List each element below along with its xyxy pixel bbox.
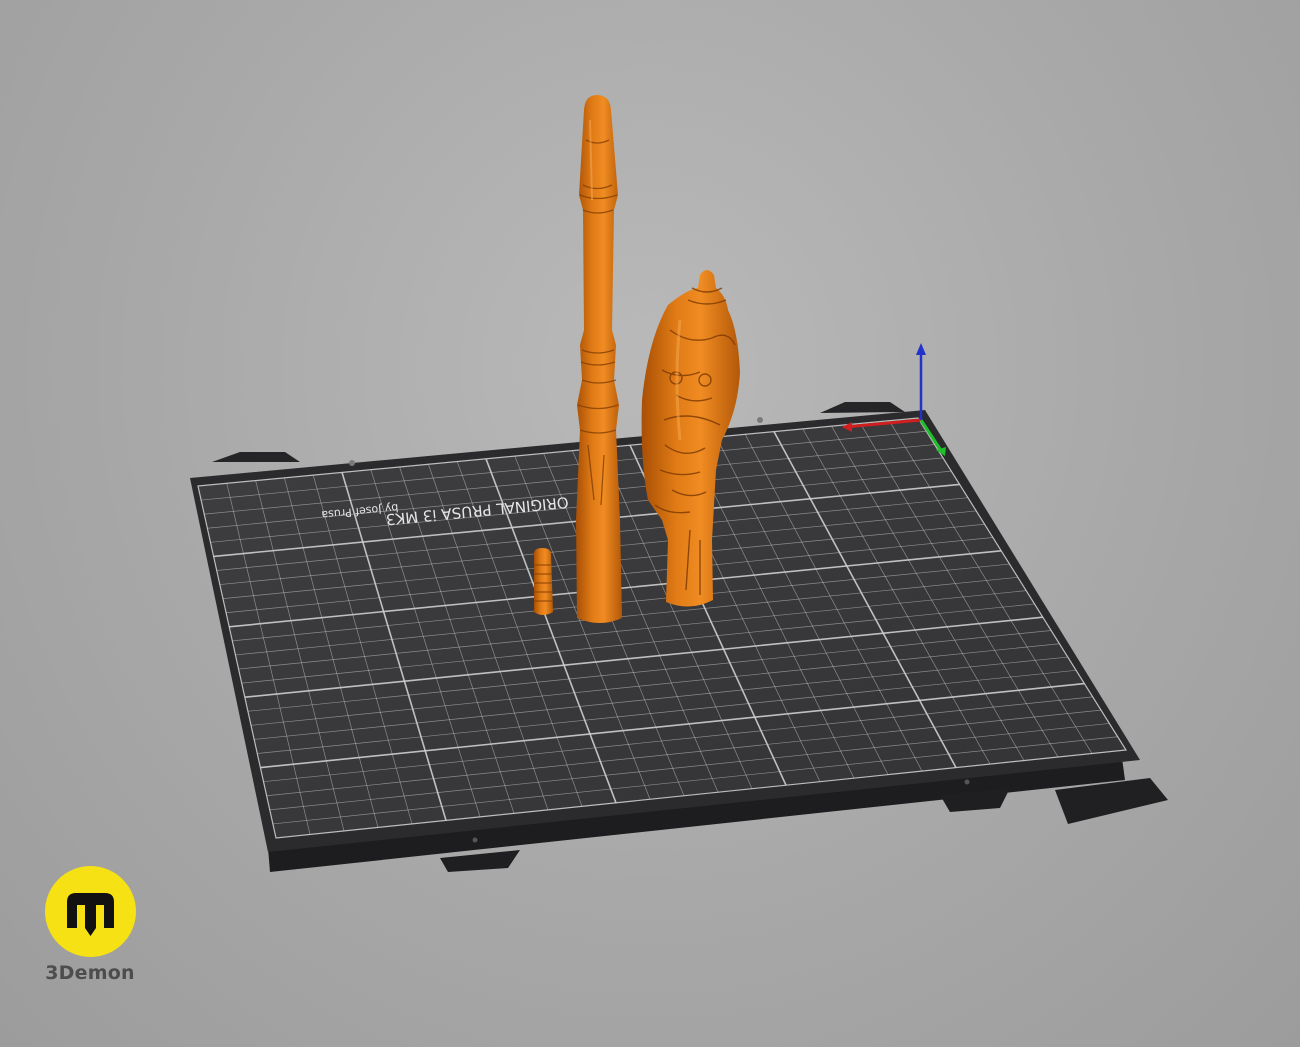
- brand-name: 3Demon: [45, 962, 135, 984]
- brand-logo: 3Demon: [40, 866, 140, 991]
- 3demon-m-icon: [45, 866, 136, 957]
- 3d-viewport[interactable]: ORIGINAL PRUSA i3 MK3 by Josef Prusa: [0, 0, 1300, 1047]
- small-ring-part[interactable]: [534, 548, 553, 615]
- tall-staff-part[interactable]: [576, 95, 622, 623]
